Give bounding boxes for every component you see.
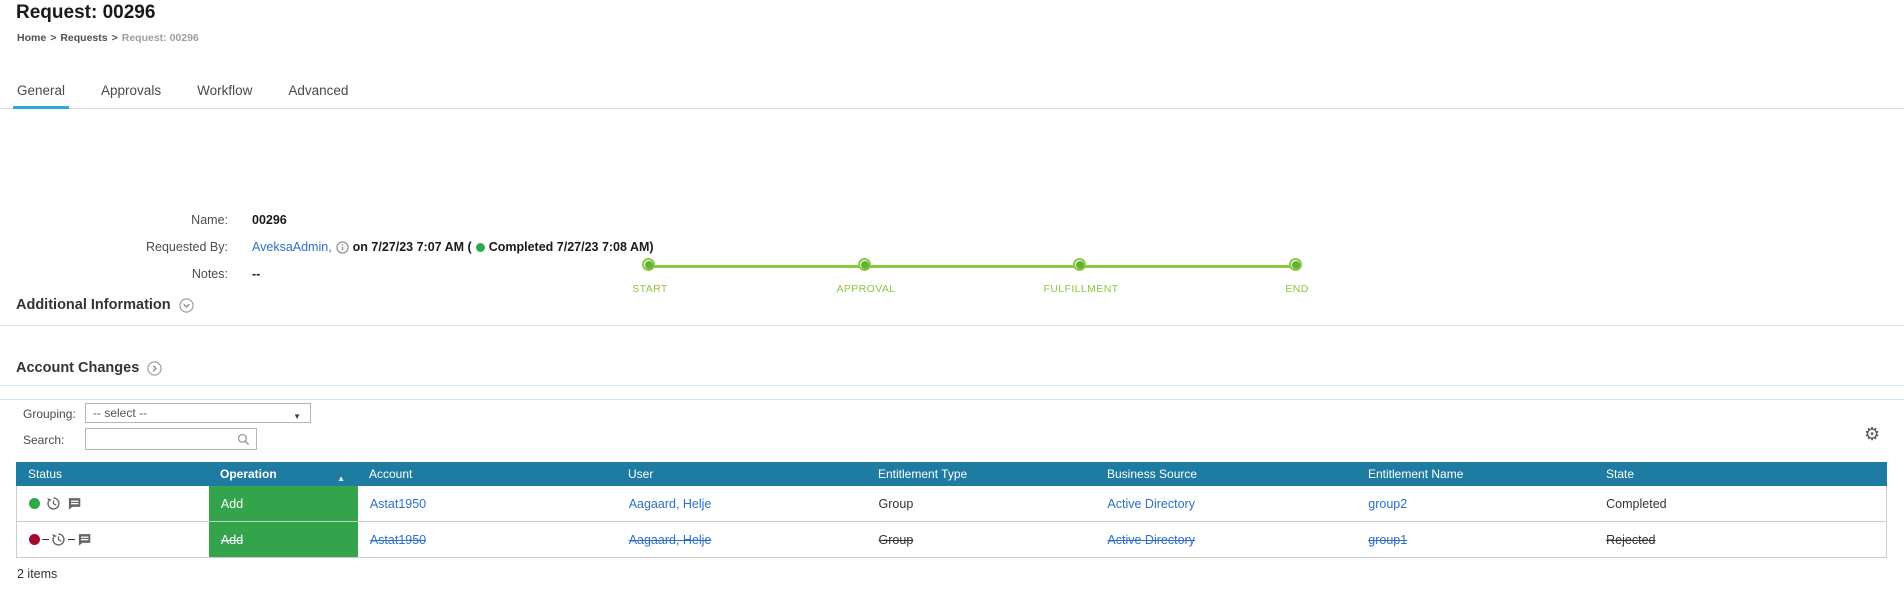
search-input[interactable] — [86, 429, 230, 449]
column-header-business-source[interactable]: Business Source — [1095, 467, 1356, 481]
history-icon[interactable] — [51, 532, 66, 547]
account-cell: Astat1950 — [358, 486, 617, 521]
user-link[interactable]: Aagaard, Helje — [629, 497, 712, 511]
workflow-timeline: START APPROVAL FULFILLMENT END — [0, 110, 1904, 295]
info-icon[interactable] — [336, 240, 349, 254]
status-cell — [17, 522, 209, 557]
requested-by-label: Requested By: — [146, 240, 228, 254]
user-cell: Aagaard, Helje — [617, 486, 867, 521]
breadcrumb-requests[interactable]: Requests — [60, 32, 107, 44]
requester-link[interactable]: AveksaAdmin, — [252, 240, 332, 254]
chevron-down-circle-icon[interactable] — [179, 297, 194, 313]
search-label: Search: — [23, 433, 65, 447]
grouping-label: Grouping: — [23, 407, 76, 421]
detail-row-name: Name: 00296 — [0, 212, 1904, 228]
tab-general[interactable]: General — [13, 82, 70, 109]
entitlement-name-cell: group1 — [1356, 522, 1594, 557]
breadcrumb-separator: > — [111, 32, 118, 44]
timeline-label-approval: APPROVAL — [836, 283, 896, 295]
status-rejected-icon — [29, 534, 40, 545]
strikethrough-dash — [42, 539, 49, 540]
account-link[interactable]: Astat1950 — [370, 497, 426, 511]
state-cell: Rejected — [1606, 532, 1656, 547]
tab-workflow[interactable]: Workflow — [193, 82, 256, 109]
status-completed-icon — [29, 498, 40, 509]
chevron-right-circle-icon[interactable] — [147, 360, 162, 376]
business-source-cell: Active Directory — [1095, 486, 1356, 521]
tab-bar: General Approvals Workflow Advanced — [0, 82, 1904, 109]
entitlement-name-link[interactable]: group1 — [1368, 533, 1407, 547]
tab-advanced[interactable]: Advanced — [284, 82, 352, 109]
breadcrumb-separator: > — [50, 32, 57, 44]
user-cell: Aagaard, Helje — [617, 522, 867, 557]
detail-row-requested-by: Requested By: AveksaAdmin, on 7/27/23 7:… — [0, 239, 1904, 255]
entitlement-name-link[interactable]: group2 — [1368, 497, 1407, 511]
business-source-link[interactable]: Active Directory — [1107, 533, 1195, 547]
name-label: Name: — [191, 213, 228, 227]
section-divider — [0, 325, 1904, 326]
column-header-operation[interactable]: Operation ▲ — [208, 467, 357, 483]
business-source-cell: Active Directory — [1095, 522, 1356, 557]
account-changes-table: Status Operation ▲ Account User Entitlem… — [16, 462, 1887, 558]
completed-text: Completed 7/27/23 7:08 AM) — [488, 240, 654, 254]
strikethrough-dash — [68, 539, 75, 540]
search-field — [85, 428, 257, 450]
account-link[interactable]: Astat1950 — [370, 533, 426, 547]
comment-icon[interactable] — [77, 533, 92, 547]
entitlement-type-cell: Group — [878, 496, 914, 511]
request-detail-page: Request: 00296 Home > Requests > Request… — [0, 0, 1904, 593]
column-header-entitlement-type[interactable]: Entitlement Type — [866, 467, 1095, 481]
breadcrumb: Home > Requests > Request: 00296 — [17, 32, 199, 44]
requested-by-value: AveksaAdmin, on 7/27/23 7:07 AM ( Comple… — [252, 240, 654, 254]
toolbar-divider — [0, 399, 1904, 400]
completed-status-dot-icon — [475, 242, 485, 252]
table-row[interactable]: Add Astat1950 Aagaard, Helje Group Activ… — [17, 486, 1886, 522]
table-row[interactable]: Add Astat1950 Aagaard, Helje Group Activ… — [17, 522, 1886, 558]
section-additional-information: Additional Information — [16, 297, 194, 313]
business-source-link[interactable]: Active Directory — [1107, 497, 1195, 511]
table-body: Add Astat1950 Aagaard, Helje Group Activ… — [16, 486, 1887, 558]
section-divider — [0, 385, 1904, 386]
breadcrumb-home[interactable]: Home — [17, 32, 46, 44]
status-cell — [17, 486, 209, 521]
column-header-state[interactable]: State — [1594, 467, 1886, 481]
timeline-label-fulfillment: FULFILLMENT — [1043, 283, 1119, 295]
operation-cell: Add — [208, 522, 358, 557]
section-account-changes: Account Changes — [16, 360, 162, 376]
user-link[interactable]: Aagaard, Helje — [629, 533, 712, 547]
timeline-label-end: END — [1285, 283, 1309, 295]
item-count: 2 items — [17, 567, 58, 581]
gear-icon[interactable]: ⚙ — [1864, 426, 1880, 444]
additional-information-title: Additional Information — [16, 297, 171, 313]
column-header-account[interactable]: Account — [357, 467, 616, 481]
account-cell: Astat1950 — [358, 522, 617, 557]
operation-cell: Add — [208, 486, 358, 521]
account-changes-title: Account Changes — [16, 360, 140, 376]
comment-icon[interactable] — [67, 497, 82, 511]
column-header-status[interactable]: Status — [16, 467, 208, 481]
notes-value: -- — [252, 267, 261, 281]
entitlement-type-cell: Group — [878, 532, 914, 547]
entitlement-name-cell: group2 — [1356, 486, 1594, 521]
notes-label: Notes: — [191, 267, 228, 281]
column-header-entitlement-name[interactable]: Entitlement Name — [1356, 467, 1594, 481]
grouping-select[interactable]: -- select -- ▼ — [85, 403, 311, 423]
detail-row-notes: Notes: -- — [0, 266, 1904, 282]
breadcrumb-current: Request: 00296 — [121, 32, 199, 44]
name-value: 00296 — [252, 213, 287, 227]
requested-on-text: on 7/27/23 7:07 AM ( — [352, 240, 472, 254]
history-icon[interactable] — [46, 496, 61, 511]
table-header-row: Status Operation ▲ Account User Entitlem… — [16, 462, 1887, 486]
timeline-label-start: START — [632, 283, 668, 295]
state-cell: Completed — [1606, 496, 1667, 511]
tab-approvals[interactable]: Approvals — [97, 82, 165, 109]
search-icon[interactable] — [237, 433, 250, 446]
column-header-user[interactable]: User — [616, 467, 866, 481]
sort-ascending-icon: ▲ — [337, 474, 345, 483]
page-title: Request: 00296 — [16, 2, 156, 23]
grouping-selected-value: -- select -- — [93, 406, 147, 420]
chevron-down-icon: ▼ — [293, 412, 301, 421]
